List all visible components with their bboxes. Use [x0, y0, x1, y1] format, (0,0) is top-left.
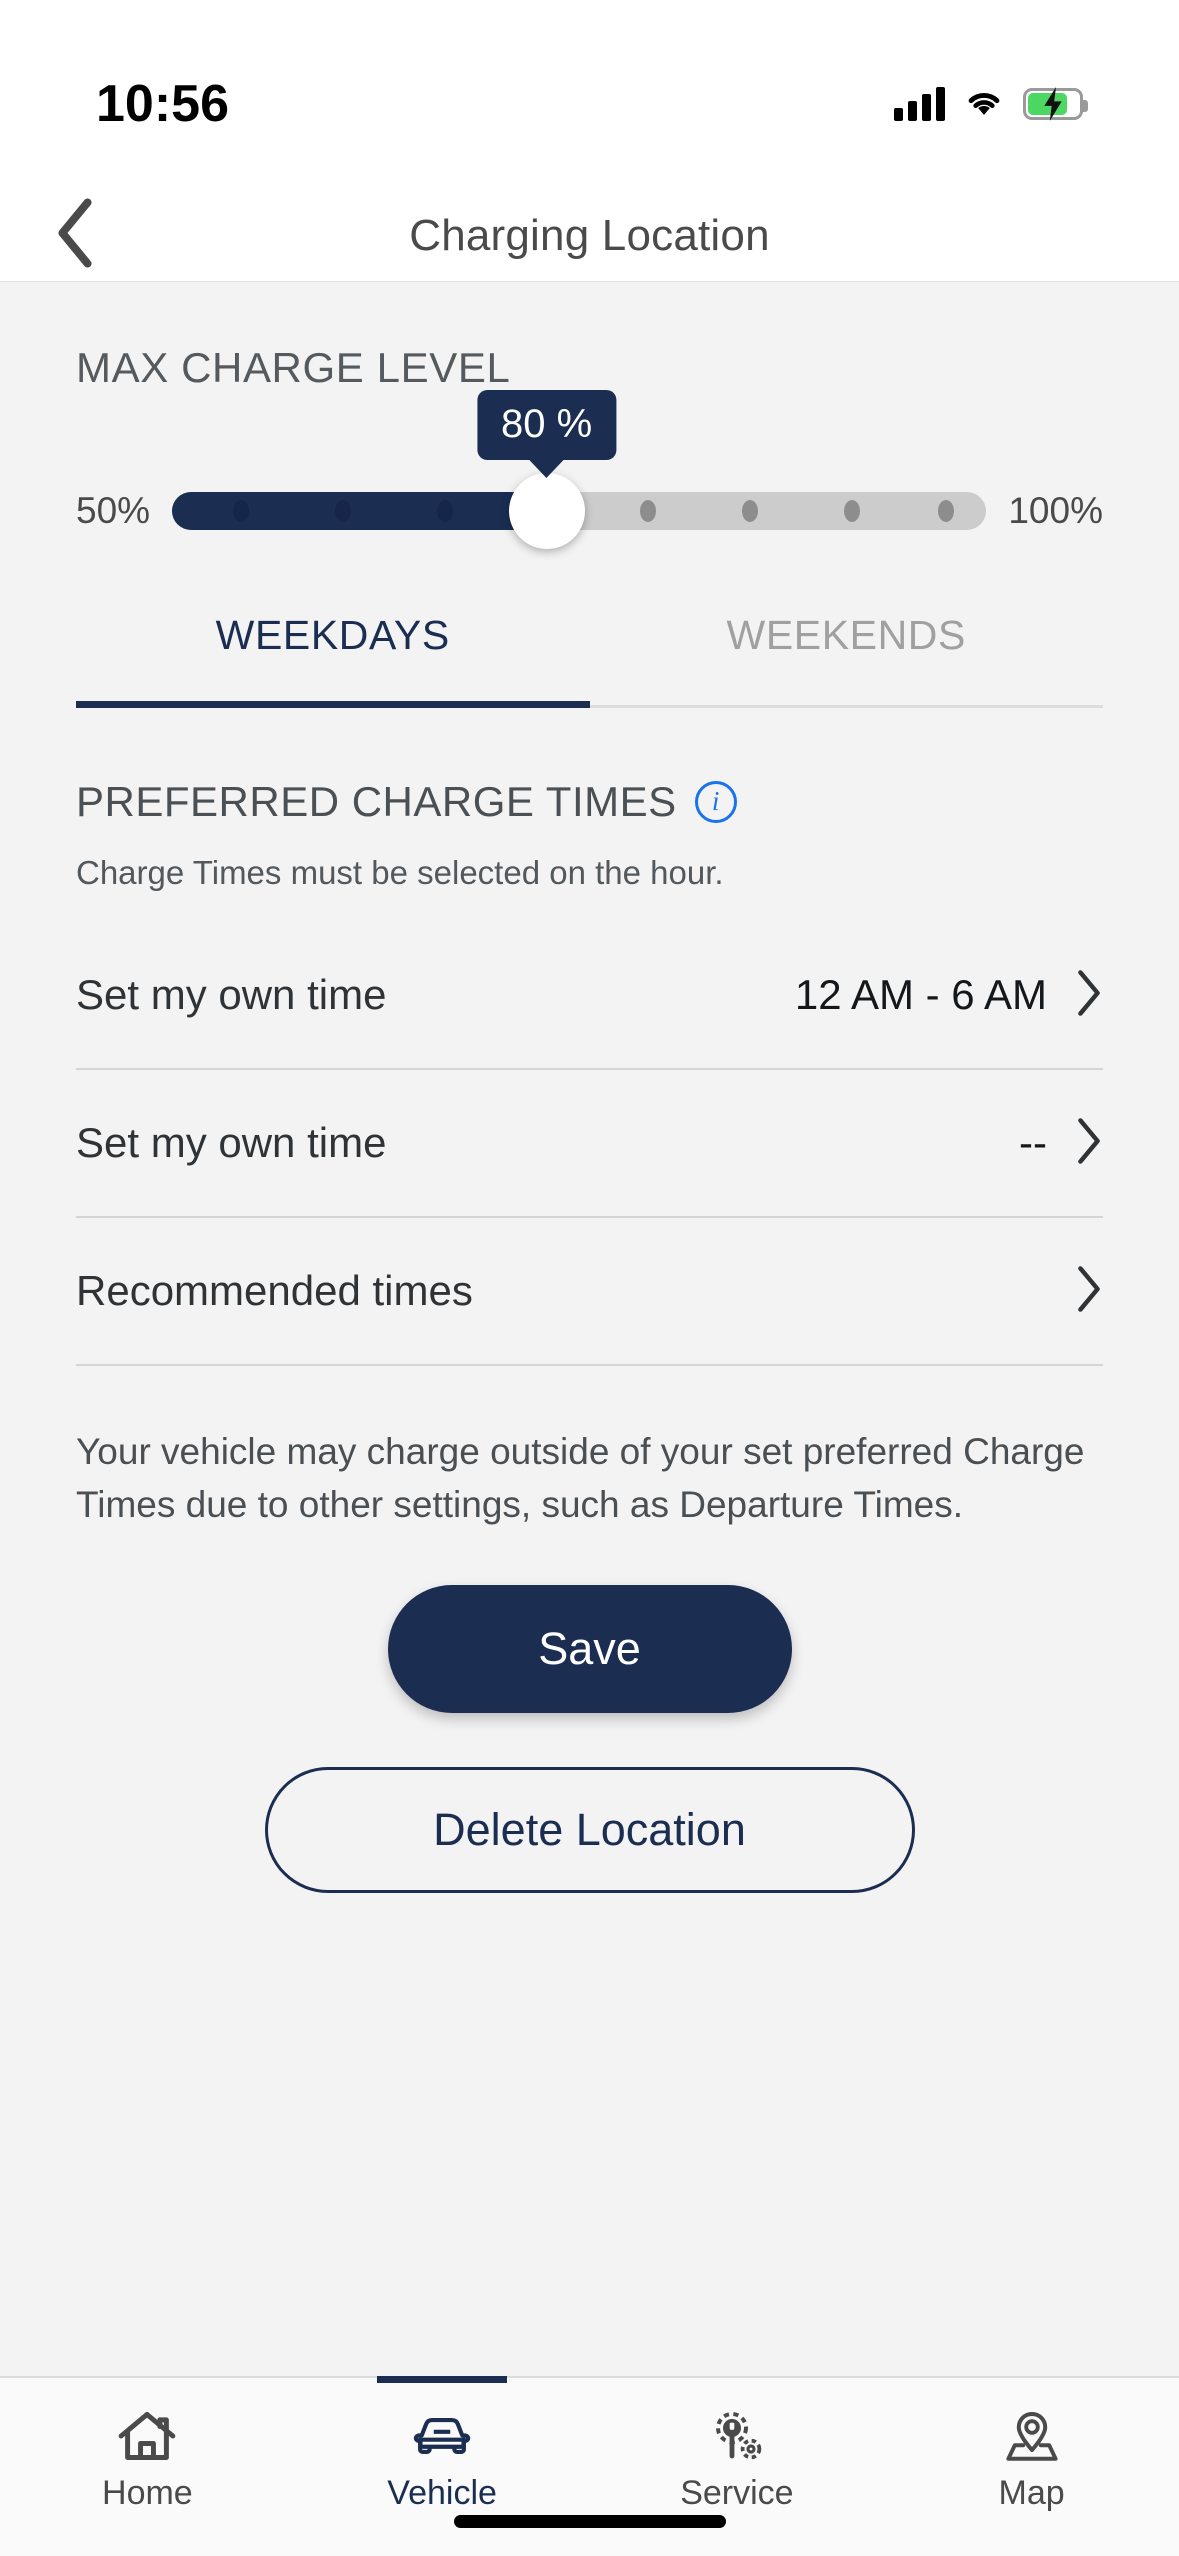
- nav-item-label: Vehicle: [387, 2474, 497, 2512]
- bottom-navigation-bar: Home Vehicle Service Map: [0, 2376, 1179, 2556]
- delete-location-button[interactable]: Delete Location: [264, 1767, 915, 1894]
- action-buttons: Save Delete Location: [76, 1585, 1103, 1894]
- home-icon: [116, 2408, 178, 2464]
- nav-item-vehicle[interactable]: Vehicle: [295, 2378, 590, 2513]
- navigation-header: Charging Location: [0, 190, 1179, 282]
- max-charge-level-label: MAX CHARGE LEVEL: [76, 344, 511, 391]
- max-charge-slider[interactable]: 50% 80 % 100%: [76, 390, 1103, 549]
- back-chevron-icon: [53, 197, 97, 274]
- tab-weekends[interactable]: WEEKENDS: [590, 612, 1104, 705]
- nav-item-label: Map: [998, 2474, 1065, 2512]
- status-bar: 10:56: [0, 0, 1179, 190]
- nav-item-home[interactable]: Home: [0, 2378, 295, 2513]
- status-bar-icons: [894, 85, 1088, 124]
- list-item[interactable]: Set my own time 12 AM - 6 AM: [76, 922, 1103, 1070]
- gear-wrench-icon: [706, 2408, 768, 2464]
- nav-item-label: Home: [102, 2474, 193, 2512]
- chevron-right-icon: [1075, 1117, 1103, 1170]
- home-indicator: [453, 2515, 726, 2528]
- charge-times-disclaimer: Your vehicle may charge outside of your …: [76, 1431, 1085, 1525]
- map-pin-icon: [1001, 2408, 1063, 2464]
- row-right: [1047, 1265, 1103, 1318]
- chevron-right-icon: [1075, 969, 1103, 1022]
- save-button[interactable]: Save: [387, 1585, 792, 1714]
- row-value: 12 AM - 6 AM: [794, 971, 1047, 1018]
- nav-item-service[interactable]: Service: [590, 2378, 885, 2513]
- row-right: 12 AM - 6 AM: [795, 969, 1103, 1022]
- page-title: Charging Location: [409, 210, 770, 260]
- main-content: MAX CHARGE LEVEL 50% 80 % 100% WEEKDAYS …: [0, 282, 1179, 2376]
- preferred-charge-times-subtitle: Charge Times must be selected on the hou…: [76, 854, 724, 891]
- nav-item-label: Service: [680, 2474, 794, 2512]
- car-icon: [411, 2408, 473, 2464]
- row-value: --: [1019, 1119, 1047, 1166]
- cellular-signal-icon: [894, 87, 945, 121]
- info-circle-icon[interactable]: i: [694, 781, 737, 823]
- slider-thumb[interactable]: [508, 473, 585, 549]
- back-button[interactable]: [40, 198, 110, 271]
- slider-track[interactable]: 80 %: [172, 390, 987, 549]
- preferred-charge-times-title: PREFERRED CHARGE TIMES: [76, 778, 677, 825]
- nav-item-map[interactable]: Map: [884, 2378, 1179, 2513]
- charge-time-rows: Set my own time 12 AM - 6 AM Set my own …: [76, 922, 1103, 1366]
- slider-value-tooltip: 80 %: [477, 390, 617, 460]
- list-item[interactable]: Recommended times: [76, 1218, 1103, 1366]
- row-right: --: [1019, 1117, 1103, 1170]
- preferred-charge-times-header: PREFERRED CHARGE TIMES i: [76, 778, 1103, 826]
- list-item[interactable]: Set my own time --: [76, 1070, 1103, 1218]
- chevron-right-icon: [1075, 1265, 1103, 1318]
- wifi-icon: [963, 85, 1005, 124]
- status-bar-time: 10:56: [96, 75, 229, 133]
- slider-min-label: 50%: [76, 490, 151, 531]
- slider-max-label: 100%: [1008, 490, 1103, 531]
- day-type-tabs: WEEKDAYS WEEKENDS: [76, 612, 1103, 708]
- row-label: Recommended times: [76, 1267, 473, 1314]
- row-label: Set my own time: [76, 971, 387, 1018]
- battery-charging-icon: [1023, 87, 1088, 121]
- app-screen: 10:56 Charging Location MAX CHARGE LEVEL…: [0, 0, 1179, 2556]
- row-label: Set my own time: [76, 1119, 387, 1166]
- tab-weekdays[interactable]: WEEKDAYS: [76, 612, 590, 708]
